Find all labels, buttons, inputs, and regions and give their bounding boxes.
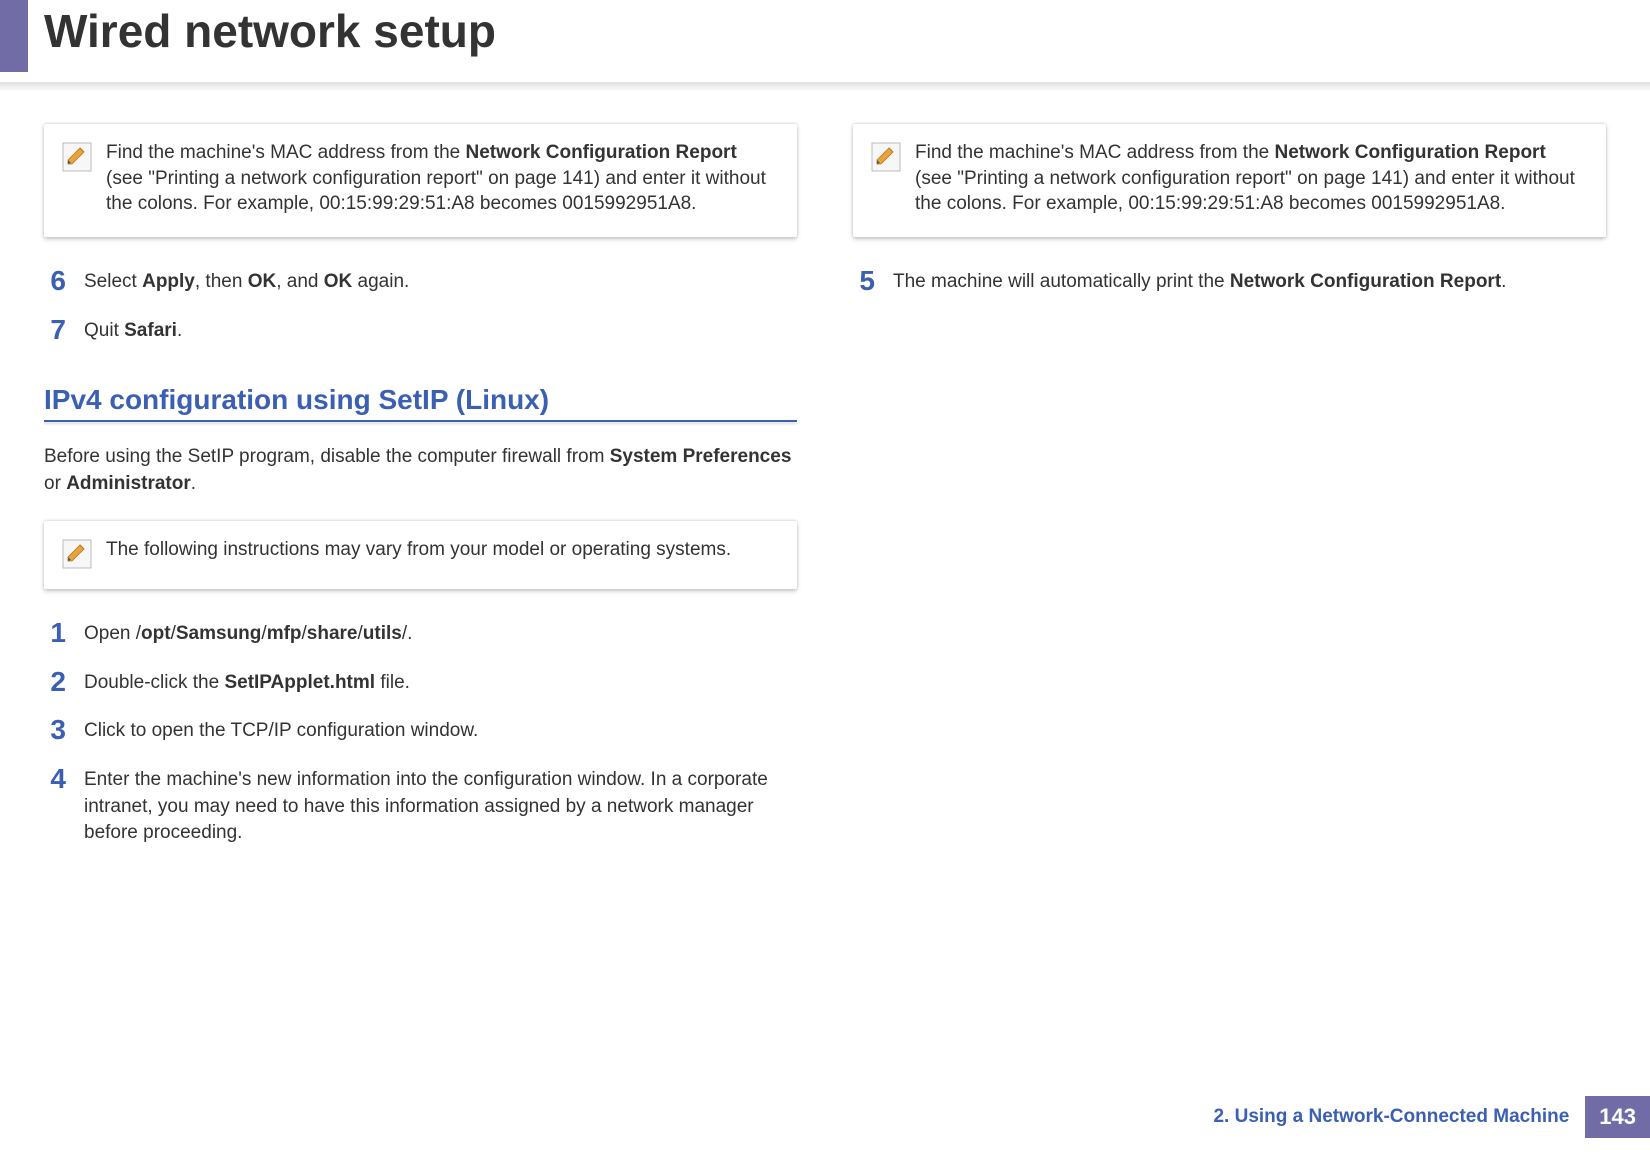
footer-chapter-label: 2. Using a Network-Connected Machine [1213,1096,1585,1138]
step-text: Enter the machine's new information into… [84,767,797,847]
section-heading-ipv4-linux: IPv4 configuration using SetIP (Linux) [44,384,797,416]
page-header: Wired network setup [0,0,1650,72]
content-columns: Find the machine's MAC address from the … [0,124,1650,869]
step-number: 1 [44,619,66,647]
step-6: 6 Select Apply, then OK, and OK again. [44,269,797,296]
step-number: 7 [44,316,66,344]
step-number: 2 [44,668,66,696]
right-column: Find the machine's MAC address from the … [853,124,1606,869]
linux-step-1: 1 Open /opt/Samsung/mfp/share/utils/. [44,621,797,648]
left-column: Find the machine's MAC address from the … [44,124,797,869]
step-7: 7 Quit Safari. [44,318,797,345]
pencil-note-icon [62,539,92,569]
linux-step-3: 3 Click to open the TCP/IP configuration… [44,718,797,745]
header-accent [0,0,28,72]
step-5: 5 The machine will automatically print t… [853,269,1606,296]
step-number: 3 [44,716,66,744]
header-divider [0,82,1650,92]
step-text: Click to open the TCP/IP configuration w… [84,718,797,745]
linux-step-2: 2 Double-click the SetIPApplet.html file… [44,670,797,697]
linux-step-4: 4 Enter the machine's new information in… [44,767,797,847]
step-text: Open /opt/Samsung/mfp/share/utils/. [84,621,797,648]
footer-page-number: 143 [1585,1096,1650,1138]
note-text: Find the machine's MAC address from the … [106,140,779,217]
step-number: 5 [853,267,875,295]
page-footer: 2. Using a Network-Connected Machine 143 [1213,1096,1650,1138]
section-divider [44,420,797,422]
step-number: 6 [44,267,66,295]
pencil-note-icon [871,142,901,172]
pencil-note-icon [62,142,92,172]
step-text: Quit Safari. [84,318,797,345]
page-title: Wired network setup [28,0,496,72]
note-text: The following instructions may vary from… [106,537,731,563]
step-text: Double-click the SetIPApplet.html file. [84,670,797,697]
section-intro-paragraph: Before using the SetIP program, disable … [44,444,797,497]
step-number: 4 [44,765,66,793]
note-box-mac-right: Find the machine's MAC address from the … [853,124,1606,237]
note-box-vary: The following instructions may vary from… [44,521,797,589]
note-text: Find the machine's MAC address from the … [915,140,1588,217]
note-box-mac-left: Find the machine's MAC address from the … [44,124,797,237]
step-text: The machine will automatically print the… [893,269,1606,296]
step-text: Select Apply, then OK, and OK again. [84,269,797,296]
